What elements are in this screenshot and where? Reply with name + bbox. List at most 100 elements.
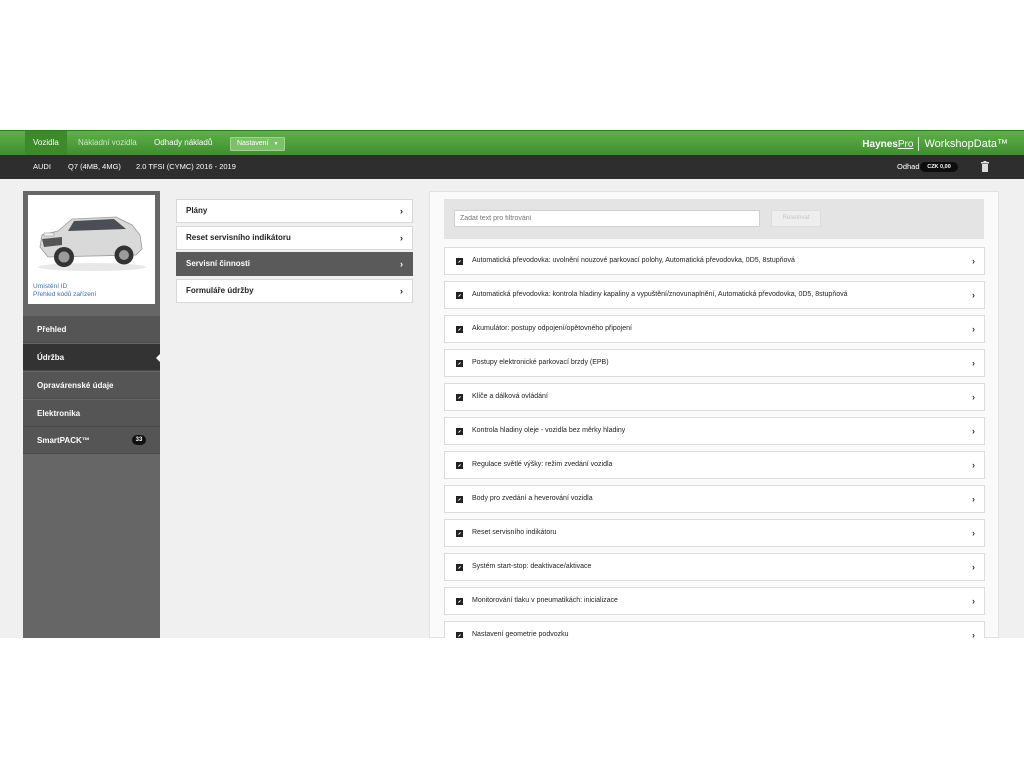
task-label: Automatická převodovka: uvolnění nouzové… (472, 257, 795, 264)
task-row[interactable]: Body pro zvedání a heverování vozidla › (444, 485, 985, 513)
haynespro-logo: Haynes Pro WorkshopData™ (862, 136, 1008, 152)
task-label: Postupy elektronické parkovací brzdy (EP… (472, 359, 609, 366)
sidebar-item-label: Údržba (37, 353, 65, 362)
document-link-icon (456, 292, 463, 299)
chevron-right-icon: › (972, 460, 975, 470)
filter-input[interactable] (454, 210, 760, 227)
document-link-icon (456, 496, 463, 503)
task-label: Systém start-stop: deaktivace/aktivace (472, 563, 592, 570)
chevron-right-icon: › (400, 206, 403, 216)
car-image (38, 216, 146, 271)
task-label: Regulace světlé výšky: režim zvedání voz… (472, 461, 613, 468)
tab-nakladni-vozidla[interactable]: Nákladní vozidla (70, 131, 145, 155)
submenu-item-plany[interactable]: Plány › (176, 199, 413, 223)
service-tasks-panel: Resetovat Automatická převodovka: uvolně… (429, 191, 999, 638)
sidebar-item-udrzba[interactable]: Údržba (23, 344, 160, 371)
link-id-location[interactable]: Umístění ID (33, 283, 67, 290)
task-label: Akumulátor: postupy odpojení/opětovného … (472, 325, 632, 332)
chevron-right-icon: › (400, 286, 403, 296)
task-row[interactable]: Monitorování tlaku v pneumatikách: inici… (444, 587, 985, 615)
document-link-icon (456, 598, 463, 605)
sidebar-item-label: Elektronika (37, 409, 81, 418)
document-link-icon (456, 258, 463, 265)
sidebar-item-opravarenske-udaje[interactable]: Opravárenské údaje (23, 372, 160, 399)
trash-icon[interactable] (980, 161, 990, 173)
task-row[interactable]: Klíče a dálková ovládání › (444, 383, 985, 411)
document-link-icon (456, 632, 463, 638)
chevron-right-icon: › (972, 392, 975, 402)
document-link-icon (456, 564, 463, 571)
tab-vozidla[interactable]: Vozidla (25, 131, 67, 155)
app-window: Vozidla Nákladní vozidla Odhady nákladů … (0, 130, 1024, 638)
sidebar-item-smartpack[interactable]: SmartPACK™ 33 (23, 427, 160, 454)
sidebar-item-label: Přehled (37, 325, 67, 334)
tab-odhady-nakladu[interactable]: Odhady nákladů (146, 131, 220, 155)
active-caret-icon (156, 354, 160, 362)
estimate-label: Odhad (897, 162, 920, 171)
chevron-down-icon: ▼ (273, 141, 279, 147)
task-row[interactable]: Nastavení geometrie podvozku › (444, 621, 985, 638)
task-row[interactable]: Systém start-stop: deaktivace/aktivace › (444, 553, 985, 581)
logo-haynes: Haynes (862, 138, 898, 150)
logo-pro: Pro (897, 138, 914, 150)
chevron-right-icon: › (972, 630, 975, 638)
vehicle-bar: AUDI Q7 (4MB, 4MG) 2.0 TFSI (CYMC) 2016 … (0, 155, 1024, 179)
chevron-right-icon: › (972, 324, 975, 334)
document-link-icon (456, 326, 463, 333)
vehicle-image-box: Umístění ID Přehled kódů zařízení (28, 195, 155, 304)
filter-bar: Resetovat (444, 199, 984, 239)
chevron-right-icon: › (972, 494, 975, 504)
logo-product: WorkshopData™ (924, 138, 1008, 150)
task-label: Reset servisního indikátoru (472, 529, 557, 536)
vehicle-engine[interactable]: 2.0 TFSI (CYMC) 2016 - 2019 (136, 155, 236, 179)
link-equipment-codes[interactable]: Přehled kódů zařízení (33, 291, 96, 298)
smartpack-count-badge: 33 (132, 435, 146, 445)
task-row[interactable]: Automatická převodovka: uvolnění nouzové… (444, 247, 985, 275)
task-label: Kontrola hladiny oleje - vozidla bez měr… (472, 427, 626, 434)
left-sidebar: Umístění ID Přehled kódů zařízení Přehle… (23, 191, 160, 638)
submenu-item-label: Plány (186, 206, 208, 215)
chevron-right-icon: › (400, 233, 403, 243)
submenu-item-formulare-udrzby[interactable]: Formuláře údržby › (176, 279, 413, 303)
chevron-right-icon: › (972, 528, 975, 538)
chevron-right-icon: › (972, 358, 975, 368)
settings-label: Nastavení (237, 140, 269, 147)
chevron-right-icon: › (972, 426, 975, 436)
task-row[interactable]: Reset servisního indikátoru › (444, 519, 985, 547)
document-link-icon (456, 394, 463, 401)
chevron-right-icon: › (400, 259, 403, 269)
task-label: Klíče a dálková ovládání (472, 393, 548, 400)
chevron-right-icon: › (972, 290, 975, 300)
task-row[interactable]: Akumulátor: postupy odpojení/opětovného … (444, 315, 985, 343)
estimate-badge[interactable]: CZK 0,00 (920, 162, 958, 172)
sidebar-item-label: Opravárenské údaje (37, 381, 114, 390)
document-link-icon (456, 428, 463, 435)
vehicle-make[interactable]: AUDI (33, 155, 51, 179)
sidebar-item-prehled[interactable]: Přehled (23, 316, 160, 343)
chevron-right-icon: › (972, 596, 975, 606)
vehicle-model[interactable]: Q7 (4MB, 4MG) (68, 155, 121, 179)
reset-filter-button[interactable]: Resetovat (771, 210, 821, 227)
task-row[interactable]: Kontrola hladiny oleje - vozidla bez měr… (444, 417, 985, 445)
task-row[interactable]: Postupy elektronické parkovací brzdy (EP… (444, 349, 985, 377)
task-label: Monitorování tlaku v pneumatikách: inici… (472, 597, 618, 604)
sidebar-item-elektronika[interactable]: Elektronika (23, 400, 160, 427)
chevron-right-icon: › (972, 562, 975, 572)
document-link-icon (456, 530, 463, 537)
chevron-right-icon: › (972, 256, 975, 266)
task-label: Nastavení geometrie podvozku (472, 631, 569, 638)
task-row[interactable]: Automatická převodovka: kontrola hladiny… (444, 281, 985, 309)
task-label: Body pro zvedání a heverování vozidla (472, 495, 593, 502)
logo-divider (918, 137, 920, 151)
submenu-item-reset-indicator[interactable]: Reset servisního indikátoru › (176, 226, 413, 250)
task-label: Automatická převodovka: kontrola hladiny… (472, 291, 848, 298)
sidebar-item-label: SmartPACK™ (37, 436, 90, 445)
document-link-icon (456, 360, 463, 367)
document-link-icon (456, 462, 463, 469)
task-row[interactable]: Regulace světlé výšky: režim zvedání voz… (444, 451, 985, 479)
top-nav: Vozidla Nákladní vozidla Odhady nákladů … (0, 130, 1024, 155)
submenu-item-servisni-cinnosti[interactable]: Servisní činnosti › (176, 252, 413, 276)
submenu-item-label: Reset servisního indikátoru (186, 233, 291, 242)
settings-dropdown[interactable]: Nastavení ▼ (230, 137, 286, 151)
submenu-item-label: Servisní činnosti (186, 259, 251, 268)
